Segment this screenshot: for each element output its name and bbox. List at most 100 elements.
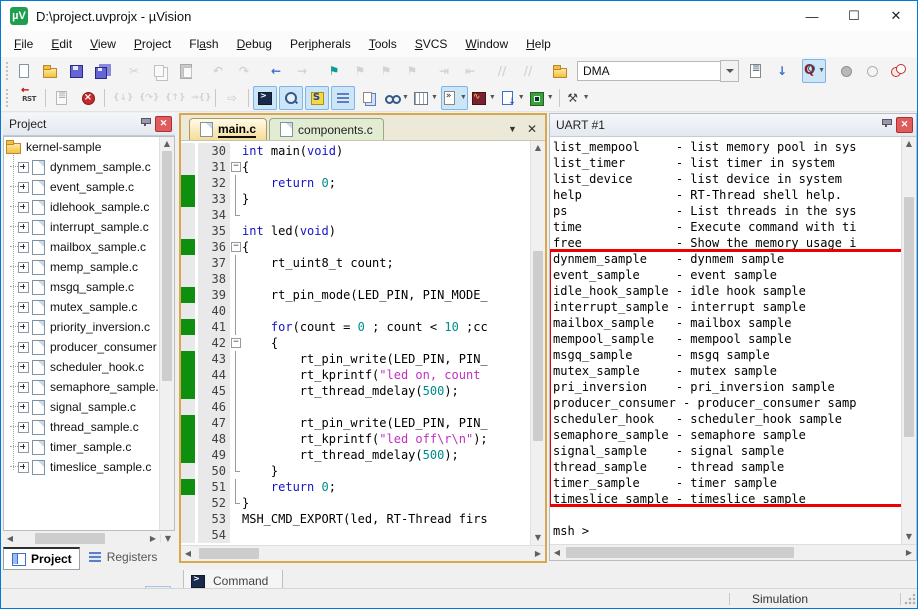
step-into-button[interactable]: [109, 86, 133, 110]
tab-registers[interactable]: Registers: [80, 547, 165, 567]
code-line[interactable]: 46: [181, 399, 545, 415]
code-line[interactable]: 54: [181, 527, 545, 543]
editor-tab-components-c[interactable]: components.c: [269, 118, 384, 140]
tree-item-dynmem_sample-c[interactable]: dynmem_sample.c: [4, 157, 174, 177]
resize-grip[interactable]: [903, 591, 917, 606]
comment-button[interactable]: [490, 59, 514, 83]
target-select[interactable]: DMA: [577, 59, 739, 82]
project-hscrollbar[interactable]: ◀ ▶ ▼: [3, 531, 175, 546]
chevron-down-icon[interactable]: ▼: [518, 94, 525, 101]
bookmark-clear-button[interactable]: [400, 59, 424, 83]
copy-button[interactable]: [148, 59, 172, 83]
tree-item-timeslice_sample-c[interactable]: timeslice_sample.c: [4, 457, 174, 477]
menu-peripherals[interactable]: Peripherals: [281, 31, 360, 57]
toolbox-button[interactable]: ▼: [528, 86, 555, 110]
tree-item-priority_inversion-c[interactable]: priority_inversion.c: [4, 317, 174, 337]
navigate-forward-button[interactable]: [290, 59, 314, 83]
code-line[interactable]: 44 rt_kprintf("led on, count: [181, 367, 545, 383]
project-tree-scrollbar[interactable]: ▲: [159, 137, 174, 530]
expand-icon[interactable]: [18, 321, 29, 333]
code-line[interactable]: 41 for(count = 0 ; count < 10 ;cc: [181, 319, 545, 335]
outdent-button[interactable]: [458, 59, 482, 83]
bookmark-toggle-button[interactable]: [322, 59, 346, 83]
configure-target-button[interactable]: [548, 59, 572, 83]
menu-flash[interactable]: Flash: [180, 31, 227, 57]
expand-icon[interactable]: [18, 261, 29, 273]
expand-icon[interactable]: [18, 461, 29, 473]
debug-settings-button[interactable]: ▼: [564, 86, 591, 110]
save-button[interactable]: [64, 59, 88, 83]
tree-item-idlehook_sample-c[interactable]: idlehook_sample.c: [4, 197, 174, 217]
system-viewer-button[interactable]: ▼: [499, 86, 526, 110]
close-icon[interactable]: ✕: [896, 117, 913, 133]
maximize-button[interactable]: ☐: [833, 1, 875, 31]
expand-icon[interactable]: [18, 361, 29, 373]
code-line[interactable]: 42 {: [181, 335, 545, 351]
uart-vscrollbar[interactable]: ▲ ▼: [901, 137, 916, 544]
fold-marker[interactable]: [230, 159, 242, 175]
serial-window-button[interactable]: ▼: [440, 85, 468, 110]
menu-project[interactable]: Project: [125, 31, 180, 57]
find-button[interactable]: [770, 59, 794, 83]
menu-edit[interactable]: Edit: [42, 31, 81, 57]
tree-item-semaphore_sample-[interactable]: semaphore_sample.: [4, 377, 174, 397]
expand-icon[interactable]: [18, 441, 29, 453]
bookmark-next-button[interactable]: [374, 59, 398, 83]
tree-item-timer_sample-c[interactable]: timer_sample.c: [4, 437, 174, 457]
code-line[interactable]: 52}: [181, 495, 545, 511]
menu-tools[interactable]: Tools: [360, 31, 406, 57]
menu-window[interactable]: Window: [456, 31, 517, 57]
close-button[interactable]: ✕: [875, 1, 917, 31]
pin-icon[interactable]: [138, 117, 152, 131]
watch-window-button[interactable]: ▼: [383, 86, 410, 110]
code-line[interactable]: 50 }: [181, 463, 545, 479]
new-file-button[interactable]: [12, 59, 36, 83]
chevron-down-icon[interactable]: ▼: [460, 94, 467, 101]
call-stack-window-button[interactable]: [357, 86, 381, 110]
fold-marker[interactable]: [230, 335, 242, 351]
symbol-window-button[interactable]: [305, 85, 329, 110]
tree-item-thread_sample-c[interactable]: thread_sample.c: [4, 417, 174, 437]
code-line[interactable]: 33}: [181, 191, 545, 207]
expand-icon[interactable]: [18, 401, 29, 413]
indent-button[interactable]: [432, 59, 456, 83]
menu-help[interactable]: Help: [517, 31, 560, 57]
code-line[interactable]: 43 rt_pin_write(LED_PIN, PIN_: [181, 351, 545, 367]
cut-button[interactable]: [122, 59, 146, 83]
menu-file[interactable]: File: [5, 31, 42, 57]
expand-icon[interactable]: [18, 241, 29, 253]
expand-icon[interactable]: [18, 421, 29, 433]
step-over-button[interactable]: [135, 86, 159, 110]
expand-icon[interactable]: [18, 201, 29, 213]
redo-button[interactable]: [232, 59, 256, 83]
editor-hscrollbar[interactable]: ◀ ▶: [181, 545, 545, 561]
find-in-files-button[interactable]: [744, 59, 768, 83]
code-line[interactable]: 30 int main(void): [181, 143, 545, 159]
menu-debug[interactable]: Debug: [228, 31, 281, 57]
show-next-statement-button[interactable]: [50, 86, 74, 110]
disassembly-window-button[interactable]: [279, 85, 303, 110]
uncomment-button[interactable]: [516, 59, 540, 83]
chevron-down-icon[interactable]: ▼: [583, 94, 590, 101]
chevron-down-icon[interactable]: ▼: [431, 94, 438, 101]
code-line[interactable]: 37 rt_uint8_t count;: [181, 255, 545, 271]
uart-hscrollbar[interactable]: ◀ ▶: [550, 544, 916, 560]
project-root-item[interactable]: kernel-sample: [4, 137, 174, 157]
menu-svcs[interactable]: SVCS: [406, 31, 457, 57]
chevron-down-icon[interactable]: ▼: [402, 94, 409, 101]
code-line[interactable]: 31{: [181, 159, 545, 175]
expand-icon[interactable]: [18, 381, 29, 393]
run-button[interactable]: [220, 86, 244, 110]
tree-item-msgq_sample-c[interactable]: msgq_sample.c: [4, 277, 174, 297]
code-line[interactable]: 35 int led(void): [181, 223, 545, 239]
close-icon[interactable]: ✕: [155, 116, 172, 132]
expand-icon[interactable]: [18, 341, 29, 353]
tree-item-mutex_sample-c[interactable]: mutex_sample.c: [4, 297, 174, 317]
reset-button[interactable]: [17, 85, 41, 110]
analysis-window-button[interactable]: ▼: [470, 86, 497, 110]
run-to-cursor-button[interactable]: [187, 86, 211, 110]
breakpoint-toggle-button[interactable]: [834, 59, 858, 83]
tree-item-mailbox_sample-c[interactable]: mailbox_sample.c: [4, 237, 174, 257]
bookmark-prev-button[interactable]: [348, 59, 372, 83]
close-file-icon[interactable]: ✕: [527, 122, 537, 136]
